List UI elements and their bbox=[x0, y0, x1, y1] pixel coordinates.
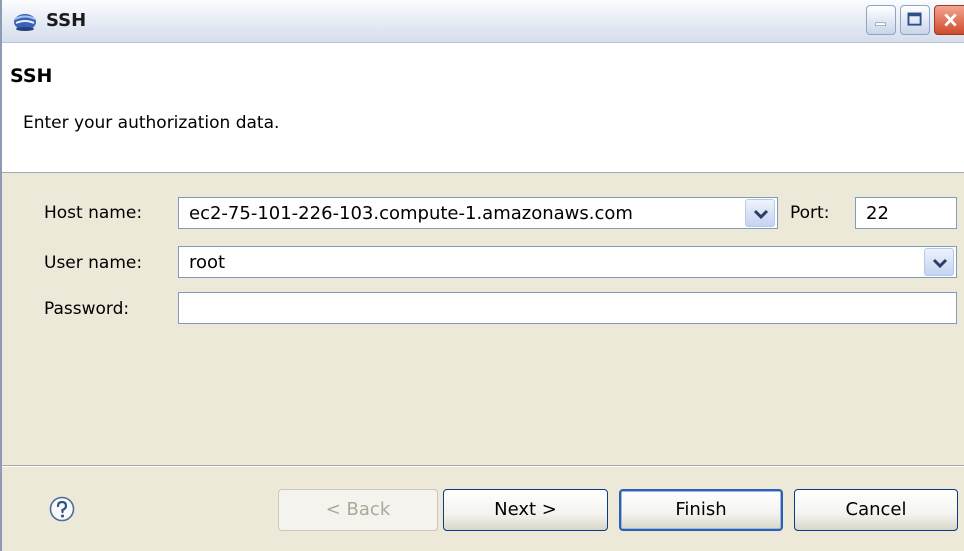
title-bar[interactable]: SSH bbox=[2, 0, 964, 43]
ssh-dialog: SSH SSH Enter your authorization data. H… bbox=[0, 0, 964, 551]
button-bar-separator-highlight bbox=[2, 466, 964, 467]
port-label: Port: bbox=[790, 203, 830, 223]
password-field[interactable] bbox=[178, 292, 957, 324]
chevron-down-icon bbox=[753, 209, 769, 220]
user-name-dropdown-button[interactable] bbox=[924, 248, 954, 276]
page-title: SSH bbox=[10, 65, 53, 87]
header-banner: SSH Enter your authorization data. bbox=[2, 43, 964, 173]
cancel-button[interactable]: Cancel bbox=[794, 489, 958, 531]
close-button[interactable] bbox=[934, 5, 964, 35]
host-name-dropdown-button[interactable] bbox=[745, 199, 775, 227]
host-name-combo[interactable]: ec2-75-101-226-103.compute-1.amazonaws.c… bbox=[178, 197, 778, 229]
page-description: Enter your authorization data. bbox=[23, 113, 280, 133]
java-cup-icon bbox=[12, 10, 38, 32]
port-input[interactable]: 22 bbox=[855, 197, 957, 229]
maximize-icon bbox=[907, 12, 922, 26]
port-value: 22 bbox=[866, 203, 889, 224]
back-button[interactable]: < Back bbox=[278, 489, 438, 531]
finish-button[interactable]: Finish bbox=[619, 489, 783, 531]
window-title: SSH bbox=[46, 10, 87, 31]
minimize-button[interactable] bbox=[866, 5, 896, 35]
next-button[interactable]: Next > bbox=[443, 489, 608, 531]
user-name-label: User name: bbox=[44, 253, 143, 273]
host-name-label: Host name: bbox=[44, 203, 143, 223]
user-name-value: root bbox=[189, 252, 226, 273]
user-name-combo[interactable]: root bbox=[178, 246, 957, 278]
help-icon[interactable] bbox=[48, 495, 76, 523]
minimize-icon bbox=[875, 22, 886, 26]
host-name-value: ec2-75-101-226-103.compute-1.amazonaws.c… bbox=[189, 203, 633, 224]
maximize-button[interactable] bbox=[900, 5, 930, 35]
chevron-down-icon bbox=[932, 258, 948, 269]
close-icon bbox=[944, 13, 957, 27]
password-label: Password: bbox=[44, 299, 130, 319]
